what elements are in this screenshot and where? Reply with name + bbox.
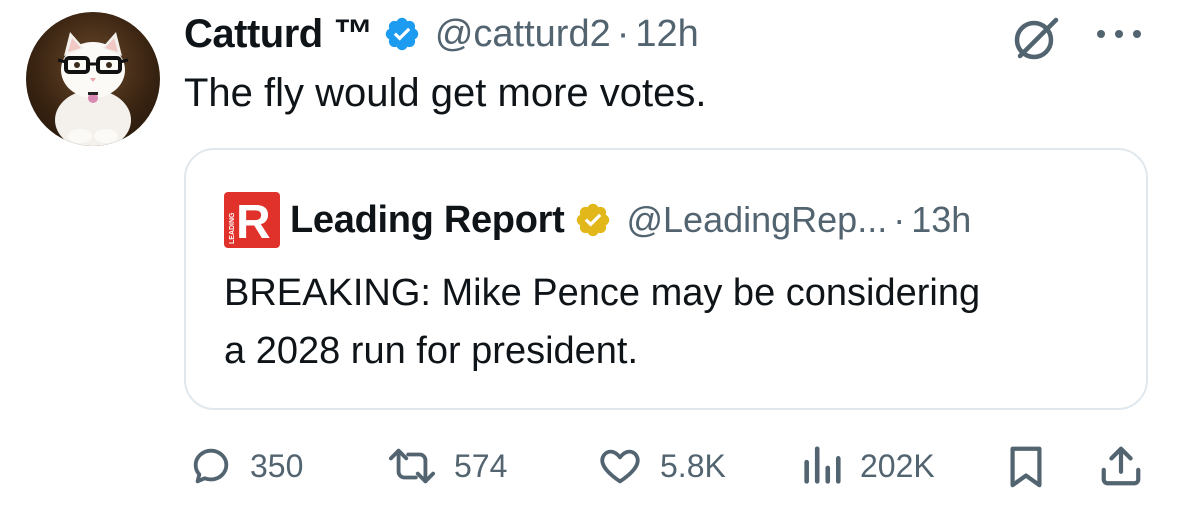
share-button[interactable] (1098, 436, 1144, 496)
author-display-name[interactable]: Catturd ™ (184, 12, 373, 57)
tweet-text: The fly would get more votes. (184, 71, 707, 115)
avatar[interactable] (26, 12, 160, 146)
more-icon[interactable] (1092, 24, 1146, 44)
reply-icon (193, 448, 229, 484)
quoted-tweet-text-line: a 2028 run for president. (224, 330, 639, 372)
tweet-timestamp[interactable]: 12h (635, 13, 698, 56)
like-count: 5.8K (660, 447, 726, 484)
quoted-tweet-text: BREAKING: Mike Pence may be considering … (224, 264, 1124, 380)
author-handle[interactable]: @catturd2 (435, 13, 611, 56)
reply-button[interactable]: 350 (188, 436, 303, 496)
logo-side-text: LEADING (229, 212, 236, 244)
reply-count: 350 (250, 447, 304, 484)
leading-report-logo[interactable]: R LEADING (224, 192, 280, 248)
bookmark-button[interactable] (1006, 436, 1046, 496)
like-icon (600, 449, 640, 484)
view-count: 202K (860, 447, 935, 484)
views-icon (804, 446, 841, 484)
verified-badge-icon (577, 203, 610, 237)
repost-count: 574 (454, 447, 508, 484)
logo-letter: R (236, 196, 271, 248)
views-button[interactable]: 202K (800, 436, 935, 496)
bookmark-icon (1010, 446, 1042, 488)
separator-dot: · (893, 199, 906, 240)
cat-avatar-image (55, 32, 131, 146)
repost-icon (388, 448, 435, 484)
verified-badge-icon (385, 17, 419, 51)
quoted-tweet-header: R LEADING Leading Report @LeadingRep... … (224, 192, 971, 248)
quoted-author-display-name[interactable]: Leading Report (290, 199, 565, 242)
tweet-header: Catturd ™ @catturd2 · 12h (184, 8, 699, 60)
share-icon (1101, 446, 1141, 486)
grok-icon[interactable] (1010, 12, 1062, 64)
like-button[interactable]: 5.8K (596, 436, 726, 496)
separator-dot: · (616, 12, 630, 55)
quoted-tweet-text-line: BREAKING: Mike Pence may be considering (224, 272, 981, 314)
repost-button[interactable]: 574 (386, 436, 507, 496)
tweet-action-bar: 350 574 5.8K 202K (0, 436, 1179, 496)
quoted-author-handle[interactable]: @LeadingRep... (626, 199, 887, 241)
quoted-tweet-timestamp[interactable]: 13h (911, 199, 971, 241)
quoted-tweet-card[interactable]: R LEADING Leading Report @LeadingRep... … (184, 148, 1148, 410)
